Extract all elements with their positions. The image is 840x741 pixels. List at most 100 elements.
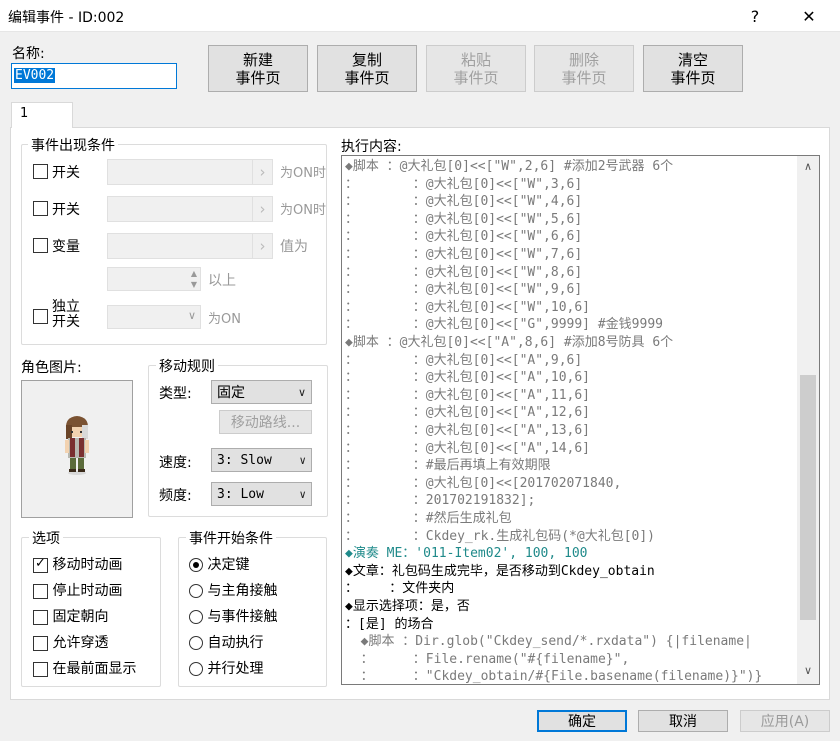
- option-through-checkbox[interactable]: [33, 635, 48, 651]
- type-value: 固定: [217, 385, 245, 401]
- switch2-field: ›: [107, 196, 273, 222]
- scroll-thumb[interactable]: [800, 375, 816, 620]
- cancel-button[interactable]: 取消: [638, 710, 728, 732]
- trigger-parallel-radio[interactable]: [189, 662, 203, 676]
- option-label: 在最前面显示: [52, 661, 137, 677]
- command-line[interactable]: ： ：@大礼包[0]<<["A",12,6]: [345, 404, 590, 422]
- option-label: 停止时动画: [52, 583, 123, 599]
- variable-value-spinner: ▲ ▼: [107, 267, 201, 291]
- option-move-anim-checkbox[interactable]: ✓: [33, 556, 48, 573]
- new-page-button[interactable]: 新建 事件页: [208, 45, 308, 92]
- command-line[interactable]: ： ：@大礼包[0]<<["A",13,6]: [345, 422, 590, 440]
- command-line[interactable]: ： ：@大礼包[0]<<["W",9,6]: [345, 281, 582, 299]
- trigger-action-radio[interactable]: [189, 558, 203, 572]
- command-line[interactable]: ： ：@大礼包[0]<<["A",11,6]: [345, 387, 590, 405]
- command-line[interactable]: ◆脚本 ：@大礼包[0]<<["A",8,6] #添加8号防具 6个: [345, 334, 673, 352]
- switch1-suffix: 为ON时: [280, 166, 326, 181]
- speed-select[interactable]: 3: Slow ∨: [211, 448, 312, 472]
- clear-page-button[interactable]: 清空 事件页: [643, 45, 743, 92]
- option-label: 固定朝向: [52, 609, 109, 625]
- command-line[interactable]: ◆文章：礼包码生成完毕，是否移动到Ckdey_obtain: [345, 563, 655, 581]
- trigger-parallel[interactable]: 并行处理: [189, 658, 263, 678]
- command-line[interactable]: ◆演奏 ME：'011-Item02', 100, 100: [345, 545, 588, 563]
- character-sprite-icon: [65, 416, 89, 475]
- movement-title: 移动规则: [156, 356, 218, 376]
- switch1-checkbox[interactable]: [33, 164, 48, 179]
- switch2-label: 开关: [52, 202, 80, 218]
- option-label: 允许穿透: [52, 635, 109, 651]
- close-button[interactable]: ✕: [786, 0, 832, 32]
- option-stop-anim[interactable]: 停止时动画: [33, 580, 122, 600]
- variable-chevron-icon: ›: [252, 234, 272, 258]
- trigger-event-touch-radio[interactable]: [189, 610, 203, 624]
- option-direction-fix[interactable]: 固定朝向: [33, 606, 108, 626]
- trigger-player-touch[interactable]: 与主角接触: [189, 580, 277, 600]
- paste-page-button[interactable]: 粘贴 事件页: [426, 45, 526, 92]
- option-always-on-top[interactable]: 在最前面显示: [33, 658, 136, 678]
- command-line[interactable]: ： ：文件夹内: [345, 580, 454, 598]
- type-select[interactable]: 固定 ∨: [211, 380, 312, 404]
- trigger-action-button[interactable]: 决定键: [189, 554, 249, 574]
- option-direction-fix-checkbox[interactable]: [33, 609, 48, 625]
- command-line[interactable]: ： ：@大礼包[0]<<["W",3,6]: [345, 176, 582, 194]
- command-line[interactable]: ◆显示选择项：是，否: [345, 598, 470, 616]
- freq-label: 频度:: [159, 488, 192, 504]
- freq-select[interactable]: 3: Low ∨: [211, 482, 312, 506]
- self-switch-select: ∨: [107, 305, 201, 329]
- delete-page-button[interactable]: 删除 事件页: [534, 45, 634, 92]
- switch2-checkbox[interactable]: [33, 201, 48, 216]
- tab-page-1[interactable]: 1: [11, 102, 73, 128]
- copy-page-button[interactable]: 复制 事件页: [317, 45, 417, 92]
- trigger-player-touch-radio[interactable]: [189, 584, 203, 598]
- command-line[interactable]: ： ：@大礼包[0]<<["A",14,6]: [345, 440, 590, 458]
- options-title: 选项: [29, 528, 63, 548]
- command-line[interactable]: ： ：@大礼包[0]<<["W",4,6]: [345, 193, 582, 211]
- move-route-button[interactable]: 移动路线...: [219, 410, 312, 434]
- command-line[interactable]: ： ：@大礼包[0]<<["W",6,6]: [345, 228, 582, 246]
- command-line[interactable]: ： ：#最后再填上有效期限: [345, 457, 551, 475]
- option-through[interactable]: 允许穿透: [33, 632, 108, 652]
- command-line[interactable]: ： ：File.rename("#{filename}",: [345, 651, 630, 669]
- command-line[interactable]: ◆脚本 ：Dir.glob("Ckdey_send/*.rxdata") {|f…: [345, 633, 752, 651]
- name-input[interactable]: EV002: [11, 63, 177, 89]
- trigger-autorun-radio[interactable]: [189, 636, 203, 650]
- command-line[interactable]: ： ：@大礼包[0]<<["W",8,6]: [345, 264, 582, 282]
- option-always-on-top-checkbox[interactable]: [33, 661, 48, 677]
- character-graphic[interactable]: [21, 380, 133, 518]
- trigger-title: 事件开始条件: [186, 528, 276, 548]
- command-line[interactable]: ： ：@大礼包[0]<<["A",10,6]: [345, 369, 590, 387]
- contents-label: 执行内容:: [341, 139, 402, 155]
- command-line[interactable]: ： ：@大礼包[0]<<[201702071840,: [345, 475, 621, 493]
- trigger-label: 与事件接触: [207, 609, 278, 625]
- switch1-label: 开关: [52, 165, 80, 181]
- command-line[interactable]: ： ：@大礼包[0]<<["W",10,6]: [345, 299, 590, 317]
- self-switch-checkbox[interactable]: [33, 309, 48, 324]
- variable-label: 变量: [52, 239, 80, 255]
- ok-button[interactable]: 确定: [537, 710, 627, 732]
- command-line[interactable]: ： ：#然后生成礼包: [345, 510, 512, 528]
- title-bar: 编辑事件 - ID:002 ? ✕: [0, 0, 840, 32]
- command-line[interactable]: ：[是] 的场合: [345, 616, 433, 634]
- scroll-down-icon[interactable]: ∨: [800, 664, 816, 680]
- scroll-up-icon[interactable]: ∧: [800, 160, 816, 176]
- help-button[interactable]: ?: [732, 0, 778, 32]
- command-line[interactable]: ： ：@大礼包[0]<<["W",5,6]: [345, 211, 582, 229]
- switch2-chevron-icon: ›: [252, 197, 272, 221]
- event-commands-list[interactable]: ◆脚本 ：@大礼包[0]<<["W",2,6] #添加2号武器 6个： ：@大礼…: [341, 155, 820, 685]
- apply-button[interactable]: 应用(A): [740, 710, 830, 732]
- command-line[interactable]: ： ：201702191832];: [345, 492, 535, 510]
- self-switch-suffix: 为ON: [208, 312, 241, 327]
- trigger-autorun[interactable]: 自动执行: [189, 632, 263, 652]
- command-line[interactable]: ： ：@大礼包[0]<<["G",9999] #金钱9999: [345, 316, 663, 334]
- command-line[interactable]: ： ："Ckdey_obtain/#{File.basename(filenam…: [345, 668, 763, 684]
- window-title: 编辑事件 - ID:002: [8, 10, 125, 26]
- command-line[interactable]: ： ：Ckdey_rk.生成礼包码(*@大礼包[0]): [345, 528, 655, 546]
- trigger-event-touch[interactable]: 与事件接触: [189, 606, 277, 626]
- command-line[interactable]: ： ：@大礼包[0]<<["W",7,6]: [345, 246, 582, 264]
- option-stop-anim-checkbox[interactable]: [33, 583, 48, 599]
- command-line[interactable]: ◆脚本 ：@大礼包[0]<<["W",2,6] #添加2号武器 6个: [345, 158, 673, 176]
- command-line[interactable]: ： ：@大礼包[0]<<["A",9,6]: [345, 352, 582, 370]
- option-move-anim[interactable]: ✓ 移动时动画: [33, 554, 122, 574]
- variable-checkbox[interactable]: [33, 238, 48, 253]
- variable-field: ›: [107, 233, 273, 259]
